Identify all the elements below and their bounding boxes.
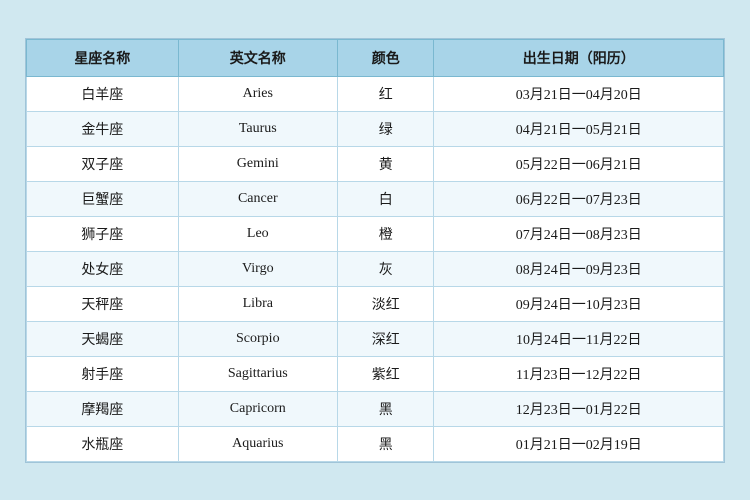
cell-color: 黄 xyxy=(337,146,434,181)
cell-zh: 白羊座 xyxy=(27,76,179,111)
table-row: 射手座Sagittarius紫红11月23日一12月22日 xyxy=(27,356,724,391)
cell-en: Leo xyxy=(178,216,337,251)
cell-date: 04月21日一05月21日 xyxy=(434,111,724,146)
cell-color: 橙 xyxy=(337,216,434,251)
cell-zh: 狮子座 xyxy=(27,216,179,251)
table-row: 金牛座Taurus绿04月21日一05月21日 xyxy=(27,111,724,146)
cell-date: 03月21日一04月20日 xyxy=(434,76,724,111)
cell-en: Gemini xyxy=(178,146,337,181)
cell-zh: 天蝎座 xyxy=(27,321,179,356)
zodiac-table: 星座名称 英文名称 颜色 出生日期（阳历） 白羊座Aries红03月21日一04… xyxy=(26,39,724,462)
cell-zh: 射手座 xyxy=(27,356,179,391)
cell-zh: 天秤座 xyxy=(27,286,179,321)
col-header-color: 颜色 xyxy=(337,39,434,76)
cell-color: 灰 xyxy=(337,251,434,286)
cell-date: 08月24日一09月23日 xyxy=(434,251,724,286)
cell-en: Scorpio xyxy=(178,321,337,356)
cell-color: 红 xyxy=(337,76,434,111)
cell-en: Capricorn xyxy=(178,391,337,426)
cell-en: Taurus xyxy=(178,111,337,146)
table-row: 白羊座Aries红03月21日一04月20日 xyxy=(27,76,724,111)
cell-date: 12月23日一01月22日 xyxy=(434,391,724,426)
cell-color: 紫红 xyxy=(337,356,434,391)
cell-date: 05月22日一06月21日 xyxy=(434,146,724,181)
cell-date: 11月23日一12月22日 xyxy=(434,356,724,391)
table-row: 摩羯座Capricorn黑12月23日一01月22日 xyxy=(27,391,724,426)
cell-zh: 巨蟹座 xyxy=(27,181,179,216)
cell-en: Sagittarius xyxy=(178,356,337,391)
cell-color: 绿 xyxy=(337,111,434,146)
table-header-row: 星座名称 英文名称 颜色 出生日期（阳历） xyxy=(27,39,724,76)
cell-en: Libra xyxy=(178,286,337,321)
cell-color: 黑 xyxy=(337,426,434,461)
cell-color: 白 xyxy=(337,181,434,216)
table-row: 水瓶座Aquarius黑01月21日一02月19日 xyxy=(27,426,724,461)
table-row: 狮子座Leo橙07月24日一08月23日 xyxy=(27,216,724,251)
table-row: 天蝎座Scorpio深红10月24日一11月22日 xyxy=(27,321,724,356)
cell-color: 淡红 xyxy=(337,286,434,321)
cell-en: Aries xyxy=(178,76,337,111)
zodiac-table-container: 星座名称 英文名称 颜色 出生日期（阳历） 白羊座Aries红03月21日一04… xyxy=(25,38,725,463)
cell-date: 07月24日一08月23日 xyxy=(434,216,724,251)
cell-color: 深红 xyxy=(337,321,434,356)
cell-en: Virgo xyxy=(178,251,337,286)
cell-en: Aquarius xyxy=(178,426,337,461)
table-row: 处女座Virgo灰08月24日一09月23日 xyxy=(27,251,724,286)
cell-en: Cancer xyxy=(178,181,337,216)
cell-zh: 处女座 xyxy=(27,251,179,286)
cell-zh: 水瓶座 xyxy=(27,426,179,461)
col-header-en: 英文名称 xyxy=(178,39,337,76)
table-row: 天秤座Libra淡红09月24日一10月23日 xyxy=(27,286,724,321)
cell-date: 06月22日一07月23日 xyxy=(434,181,724,216)
cell-zh: 摩羯座 xyxy=(27,391,179,426)
cell-zh: 双子座 xyxy=(27,146,179,181)
col-header-date: 出生日期（阳历） xyxy=(434,39,724,76)
cell-color: 黑 xyxy=(337,391,434,426)
cell-date: 01月21日一02月19日 xyxy=(434,426,724,461)
cell-date: 10月24日一11月22日 xyxy=(434,321,724,356)
table-row: 巨蟹座Cancer白06月22日一07月23日 xyxy=(27,181,724,216)
col-header-zh: 星座名称 xyxy=(27,39,179,76)
cell-zh: 金牛座 xyxy=(27,111,179,146)
cell-date: 09月24日一10月23日 xyxy=(434,286,724,321)
table-row: 双子座Gemini黄05月22日一06月21日 xyxy=(27,146,724,181)
table-body: 白羊座Aries红03月21日一04月20日金牛座Taurus绿04月21日一0… xyxy=(27,76,724,461)
